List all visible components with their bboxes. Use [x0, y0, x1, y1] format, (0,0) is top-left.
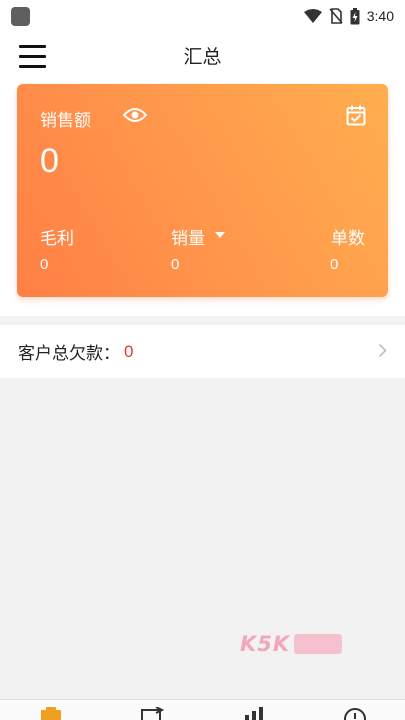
status-indicators: 3:40	[303, 7, 394, 25]
battery-icon	[350, 7, 360, 24]
gross-profit-value: 0	[40, 256, 49, 273]
order-count-value: 0	[330, 256, 339, 273]
gross-profit-label: 毛利	[40, 229, 74, 249]
customer-debt-row[interactable]: 客户总欠款： 0	[0, 325, 405, 378]
status-bar: 3:40	[0, 0, 405, 32]
app-notification-icon	[11, 6, 30, 26]
calendar-check-icon[interactable]	[346, 105, 366, 126]
nav-exchange-icon[interactable]	[140, 707, 164, 720]
nav-chart-icon[interactable]	[243, 707, 267, 720]
customer-debt-label: 客户总欠款：	[18, 344, 120, 364]
nav-summary-icon[interactable]	[39, 707, 63, 720]
sales-volume-dropdown[interactable]: 销量	[171, 224, 205, 249]
order-count-label: 单数	[331, 229, 365, 249]
bottom-navigation	[0, 699, 405, 720]
no-sim-icon	[329, 8, 343, 24]
sales-volume-value: 0	[171, 256, 180, 273]
caret-down-icon[interactable]	[215, 232, 225, 238]
watermark-text: K5K	[240, 632, 291, 656]
sales-label: 销售额	[40, 111, 91, 131]
chevron-right-icon	[378, 343, 387, 358]
eye-icon[interactable]	[123, 106, 147, 124]
wifi-icon	[303, 9, 322, 23]
customer-debt-value: 0	[124, 341, 134, 361]
sales-value: 0	[40, 142, 59, 180]
app-header: 汇总	[0, 36, 405, 76]
status-time: 3:40	[366, 8, 394, 24]
watermark-logo: K5K	[240, 632, 343, 656]
nav-profile-icon[interactable]	[343, 707, 367, 720]
watermark-badge	[294, 634, 343, 654]
sales-summary-card: 销售额 0 毛利 0 销量 0 单数 0	[17, 84, 388, 297]
page-title: 汇总	[183, 46, 222, 68]
